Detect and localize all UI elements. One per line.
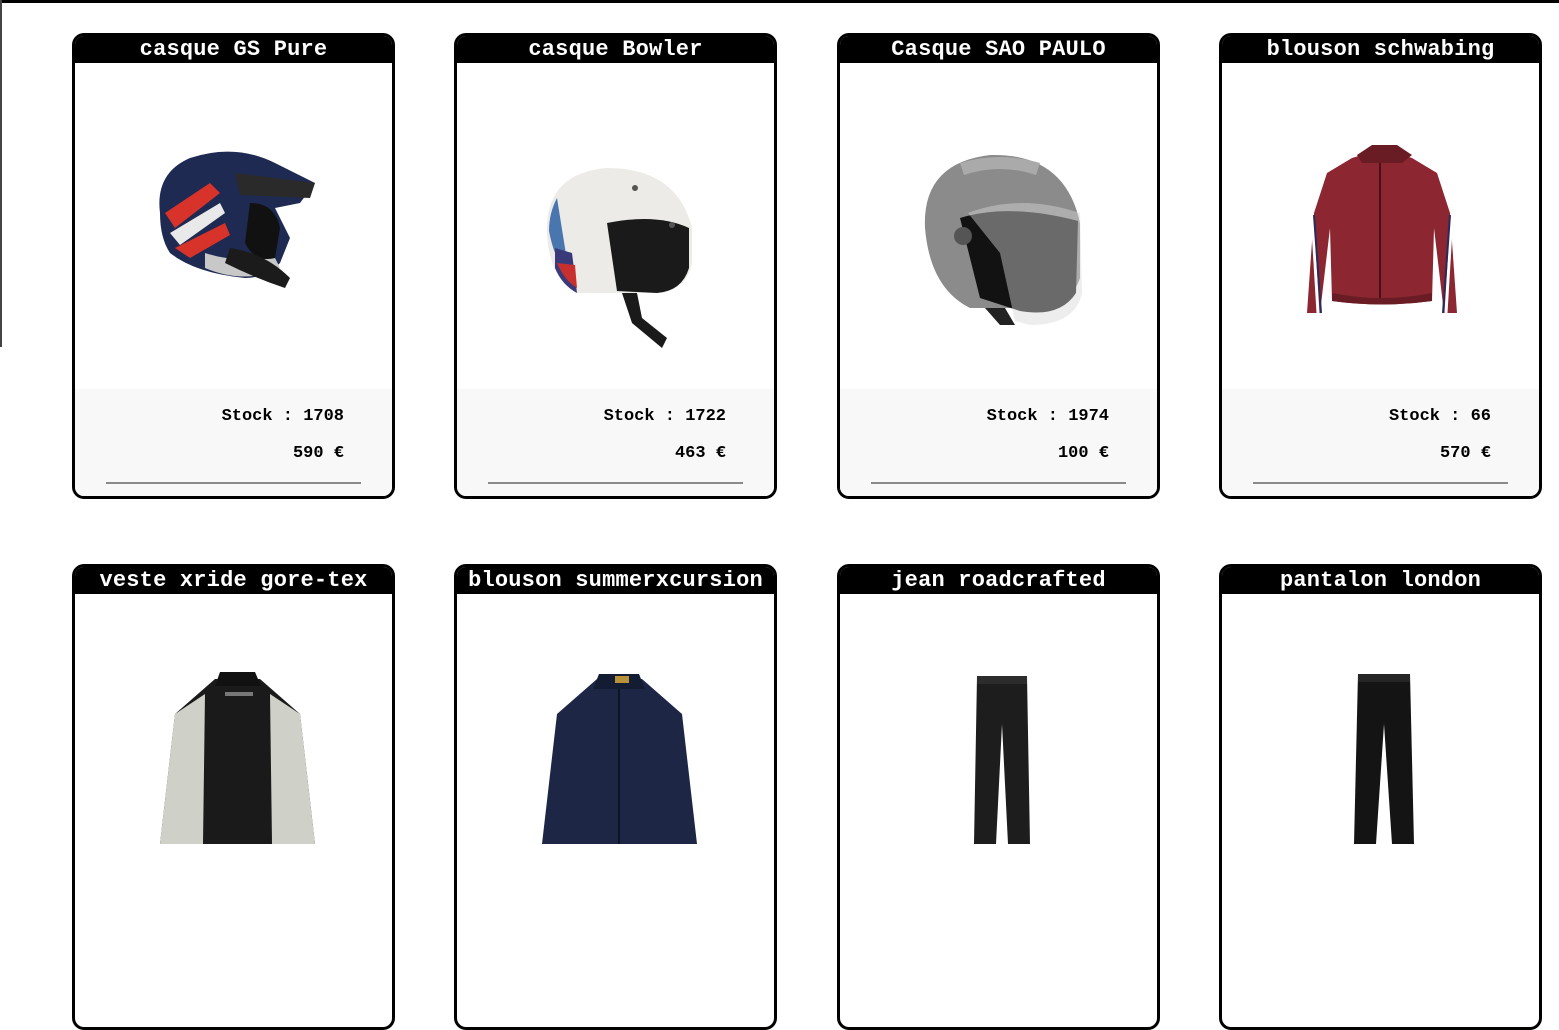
adventure-helmet-icon — [75, 63, 392, 389]
stock-value: 1708 — [303, 407, 344, 426]
trousers-icon — [1222, 594, 1539, 920]
leather-jacket-icon — [1222, 63, 1539, 389]
product-info: Stock : 1722 463 € — [457, 389, 774, 496]
stock-label: Stock : — [1388, 407, 1461, 426]
price-value: 100 — [1057, 444, 1089, 463]
product-info: Stock : 66 570 € — [1222, 389, 1539, 496]
product-title: pantalon london — [1222, 567, 1539, 594]
product-info: Stock : 1974 100 € — [840, 389, 1157, 496]
divider — [106, 482, 361, 484]
product-title: casque GS Pure — [75, 36, 392, 63]
product-card[interactable]: casque Bowler Stock : 1722 463 € — [454, 33, 777, 499]
divider — [871, 482, 1126, 484]
divider — [1253, 482, 1508, 484]
jeans-icon — [840, 594, 1157, 920]
stock-value: 1722 — [685, 407, 726, 426]
price-text: 100 € — [1058, 444, 1109, 463]
currency: € — [333, 444, 344, 463]
price-text: 590 € — [293, 444, 344, 463]
stock-value: 66 — [1470, 407, 1491, 426]
jet-helmet-icon — [840, 63, 1157, 389]
product-card[interactable]: blouson summerxcursion — [454, 564, 777, 1030]
product-info: Stock : 1708 590 € — [75, 389, 392, 496]
stock-text: Stock : 1708 — [222, 407, 344, 426]
price-text: 570 € — [1440, 444, 1491, 463]
sidebar-edge — [0, 0, 2, 347]
product-title: blouson summerxcursion — [457, 567, 774, 594]
currency: € — [1098, 444, 1109, 463]
divider — [488, 482, 743, 484]
product-card[interactable]: pantalon london — [1219, 564, 1542, 1030]
currency: € — [1480, 444, 1491, 463]
price-text: 463 € — [675, 444, 726, 463]
product-title: casque Bowler — [457, 36, 774, 63]
currency: € — [715, 444, 726, 463]
stock-value: 1974 — [1068, 407, 1109, 426]
top-border — [0, 0, 1559, 3]
stock-text: Stock : 1722 — [604, 407, 726, 426]
stock-label: Stock : — [986, 407, 1058, 426]
stock-text: Stock : 66 — [1389, 407, 1491, 426]
open-face-helmet-icon — [457, 63, 774, 389]
price-value: 463 — [674, 444, 706, 463]
product-card[interactable]: jean roadcrafted — [837, 564, 1160, 1030]
mesh-jacket-icon — [457, 594, 774, 920]
stock-label: Stock : — [603, 407, 675, 426]
product-card[interactable]: Casque SAO PAULO Stock : 1974 100 € — [837, 33, 1160, 499]
textile-jacket-icon — [75, 594, 392, 920]
product-card[interactable]: blouson schwabing Stock : 66 570 € — [1219, 33, 1542, 499]
stock-label: Stock : — [221, 407, 293, 426]
product-title: Casque SAO PAULO — [840, 36, 1157, 63]
price-value: 570 — [1439, 444, 1471, 463]
product-title: veste xride gore-tex — [75, 567, 392, 594]
product-card[interactable]: veste xride gore-tex — [72, 564, 395, 1030]
product-card[interactable]: casque GS Pure Stock : 1708 590 € — [72, 33, 395, 499]
stock-text: Stock : 1974 — [987, 407, 1109, 426]
product-title: jean roadcrafted — [840, 567, 1157, 594]
product-title: blouson schwabing — [1222, 36, 1539, 63]
price-value: 590 — [292, 444, 324, 463]
